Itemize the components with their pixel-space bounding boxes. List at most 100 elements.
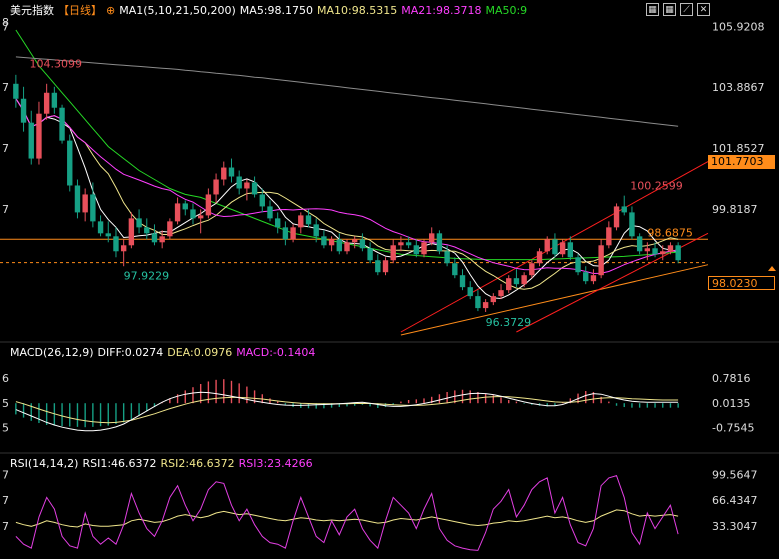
candle-body [398,242,404,246]
macd-dea-line [15,395,679,424]
left-axis-tick: 7 [2,494,9,507]
candle-body [59,107,65,141]
left-axis-tick: 7 [2,81,9,94]
candle-body [529,263,535,276]
candle-body [313,224,319,237]
candle-body [536,251,543,264]
left-axis-tick: 8 [2,16,9,29]
price-annotation: 96.3729 [486,316,532,329]
candle-body [136,218,142,228]
candle-body [213,179,219,195]
candle-body [559,242,566,255]
price-annotation: 100.2599 [630,180,683,193]
candle-body [352,239,358,243]
candle-body [151,233,158,243]
candle-body [97,221,104,234]
candle-body [490,296,497,303]
candle-body [667,245,674,252]
candle-body [482,302,489,309]
price-annotation: 97.9229 [124,270,169,283]
candle-body [598,245,604,276]
candle-body [74,185,81,213]
moving-average-line [15,56,679,127]
price-axis-tick: 99.8187 [712,203,758,216]
candle-body [375,260,381,273]
rsi-axis-tick: 99.5647 [712,468,758,481]
candle-body [36,113,42,159]
candle-body [328,239,335,246]
candle-body [298,215,304,228]
candle-body [429,233,435,243]
candle-body [444,251,450,264]
candle-body [590,275,597,282]
rsi-line [15,474,679,551]
left-axis-tick: 7 [2,468,9,481]
candle-body [636,236,643,252]
candle-body [251,182,258,195]
candle-body [544,239,550,252]
candle-body [613,206,620,228]
candle-body [567,242,574,258]
candle-body [159,236,165,243]
candle-body [128,218,135,246]
candle-body [621,206,627,213]
candle-body [390,245,396,261]
candle-body [359,239,366,249]
candle-body [336,239,342,252]
candle-body [267,206,273,219]
candle-body [629,212,635,237]
left-axis-tick: 6 [2,372,9,385]
candle-body [82,194,88,213]
candle-body [244,182,250,189]
candle-body [606,227,612,246]
macd-axis-tick: 0.7816 [712,372,751,385]
candle-body [459,275,466,288]
candle-body [67,140,73,186]
price-annotation: 104.3099 [30,58,83,71]
candle-body [521,275,527,285]
candle-body [475,296,481,309]
candle-body [644,248,651,252]
candle-body [182,203,188,210]
candle-body [675,245,681,261]
candle-body [344,242,350,252]
candle-body [436,233,443,252]
candle-body [205,194,212,216]
candle-body [190,209,196,219]
candle-body [290,227,296,240]
candle-body [174,203,181,222]
candle-body [282,227,289,240]
left-axis-tick: 5 [2,421,9,434]
left-axis-tick: 7 [2,142,9,155]
candle-body [552,239,558,255]
macd-axis-tick: 0.0135 [712,397,751,410]
macd-diff-line [15,391,679,432]
macd-axis-tick: -0.7545 [712,421,754,434]
candle-body [197,215,204,219]
left-axis-tick: 7 [2,520,9,533]
candle-body [13,83,19,99]
rsi-line [15,509,679,528]
candle-body [236,176,242,189]
chart-canvas[interactable]: 105.9208 7 103.8867 7 101.8527 7 99.8187 7 8 104.… [0,0,779,559]
price-axis-tick: 103.8867 [712,81,765,94]
candle-body [575,257,581,273]
candle-body [274,218,281,228]
candle-body [382,260,389,273]
candle-body [259,194,265,207]
last-price-arrow-icon [768,266,776,271]
candle-body [513,278,520,285]
trend-line [400,264,709,336]
rsi-axis-tick: 33.3047 [712,520,758,533]
left-axis-tick: 5 [2,397,9,410]
left-axis-tick: 7 [2,203,9,216]
candle-body [113,236,119,252]
candle-body [221,167,227,180]
candle-body [413,245,420,255]
candle-body [20,98,27,123]
price-annotation: 98.6875 [647,227,693,240]
candle-body [405,242,412,246]
price-axis-tick: 105.9208 [712,20,765,33]
candle-body [321,236,327,246]
candle-body [120,245,127,252]
